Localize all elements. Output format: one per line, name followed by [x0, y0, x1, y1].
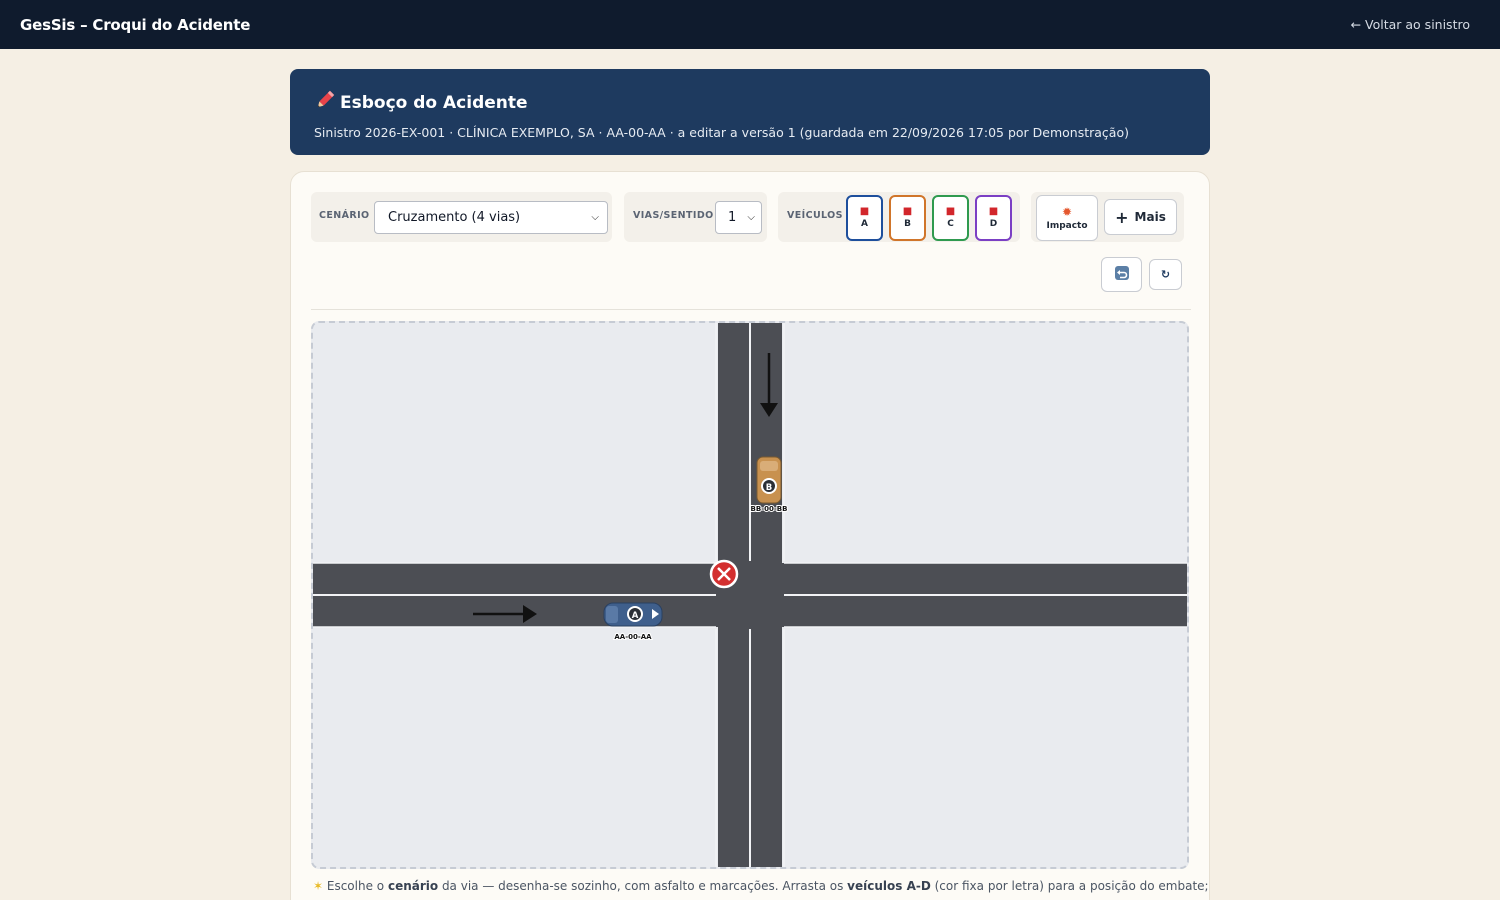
vehicle-letter: B	[904, 219, 911, 229]
redo-icon: ↻	[1160, 268, 1171, 281]
scenario-label: CENÁRIO	[319, 210, 370, 221]
vehicle-letter: D	[989, 219, 998, 229]
back-to-claim-link[interactable]: ← Voltar ao sinistro	[1351, 17, 1470, 32]
vehicle-letter: C	[947, 219, 954, 229]
pencil-icon	[314, 89, 336, 116]
vehicle-letter: A	[861, 219, 868, 229]
impact-button[interactable]: ✹ Impacto	[1036, 195, 1098, 241]
undo-button[interactable]	[1101, 257, 1142, 292]
vehicle-b-plate: BB-00-BB	[751, 505, 788, 513]
page-title-row: Esboço do Acidente	[314, 89, 1186, 116]
impact-label: Impacto	[1046, 220, 1088, 231]
toolbar-divider	[311, 309, 1191, 310]
top-bar: GesSis – Croqui do Acidente ← Voltar ao …	[0, 0, 1500, 49]
app-title: GesSis – Croqui do Acidente	[20, 15, 251, 34]
car-icon: ■	[945, 206, 956, 217]
header-card: Esboço do Acidente Sinistro 2026-EX-001 …	[290, 69, 1210, 155]
redo-button[interactable]: ↻	[1149, 259, 1182, 290]
scenario-select[interactable]: Cruzamento (4 vias) ⌵	[374, 201, 608, 234]
impact-marker-icon	[709, 559, 739, 589]
page-title: Esboço do Acidente	[340, 92, 528, 113]
car-icon: ■	[902, 206, 913, 217]
vehicle-b-button[interactable]: ■ B	[889, 195, 926, 241]
vehicle-c-button[interactable]: ■ C	[932, 195, 969, 241]
more-button[interactable]: + Mais	[1104, 199, 1177, 235]
vehicle-d-button[interactable]: ■ D	[975, 195, 1012, 241]
sketch-canvas[interactable]: B BB-00-BB A AA-00-AA	[311, 321, 1189, 869]
car-icon: ■	[988, 206, 999, 217]
vehicle-a-button[interactable]: ■ A	[846, 195, 883, 241]
scenario-group: CENÁRIO Cruzamento (4 vias) ⌵	[311, 192, 612, 242]
lanes-select[interactable]: 1 ⌵	[715, 201, 762, 234]
hint-text: ✶ Escolhe o cenário da via — desenha-se …	[313, 879, 1209, 893]
claim-subtitle: Sinistro 2026-EX-001 · CLÍNICA EXEMPLO, …	[314, 125, 1129, 140]
sketch-card: CENÁRIO Cruzamento (4 vias) ⌵ VIAS/SENTI…	[290, 171, 1210, 900]
scenario-select-value: Cruzamento (4 vias)	[388, 210, 521, 225]
vehicle-a-marker: A AA-00-AA	[603, 602, 663, 642]
lanes-select-value: 1	[728, 210, 737, 225]
vehicles-label: VEÍCULOS	[787, 210, 843, 221]
impact-icon: ✹	[1061, 204, 1073, 219]
undo-icon	[1114, 265, 1130, 285]
chevron-down-icon: ⌵	[747, 212, 755, 223]
car-icon: ■	[859, 206, 870, 217]
vehicle-a-plate: AA-00-AA	[614, 633, 652, 641]
lanes-label: VIAS/SENTIDO	[633, 210, 714, 221]
vehicle-b-letter: B	[766, 483, 772, 493]
plus-icon: +	[1115, 207, 1129, 227]
vehicle-a-letter: A	[632, 611, 639, 621]
lanes-group: VIAS/SENTIDO 1 ⌵	[624, 192, 767, 242]
more-label: Mais	[1134, 210, 1166, 224]
intersection-drawing: B BB-00-BB A AA-00-AA	[313, 323, 1187, 867]
lightbulb-icon: ✶	[313, 879, 324, 893]
chevron-down-icon: ⌵	[591, 212, 599, 223]
